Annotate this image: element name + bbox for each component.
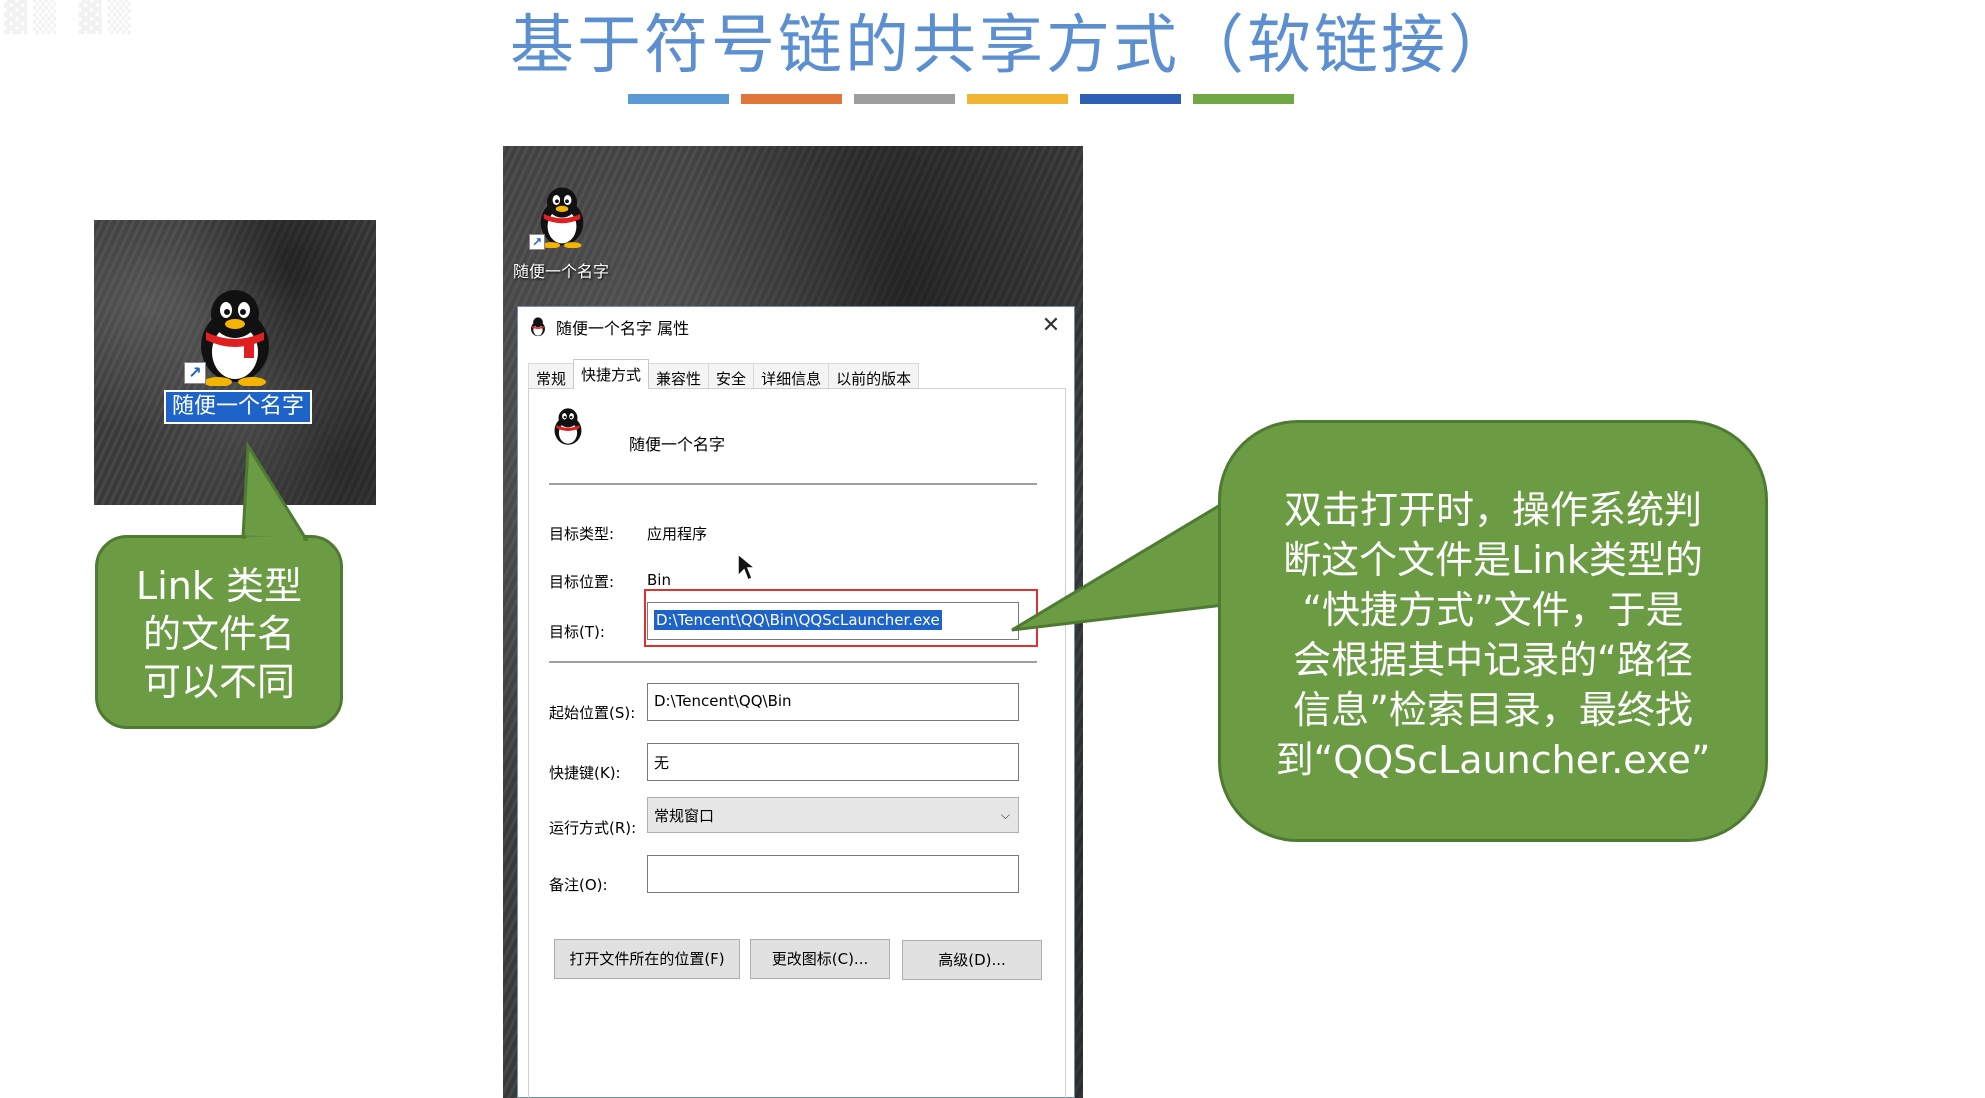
tab-shortcut[interactable]: 快捷方式: [573, 359, 650, 389]
right-note-pointer-seam: [1225, 502, 1231, 600]
